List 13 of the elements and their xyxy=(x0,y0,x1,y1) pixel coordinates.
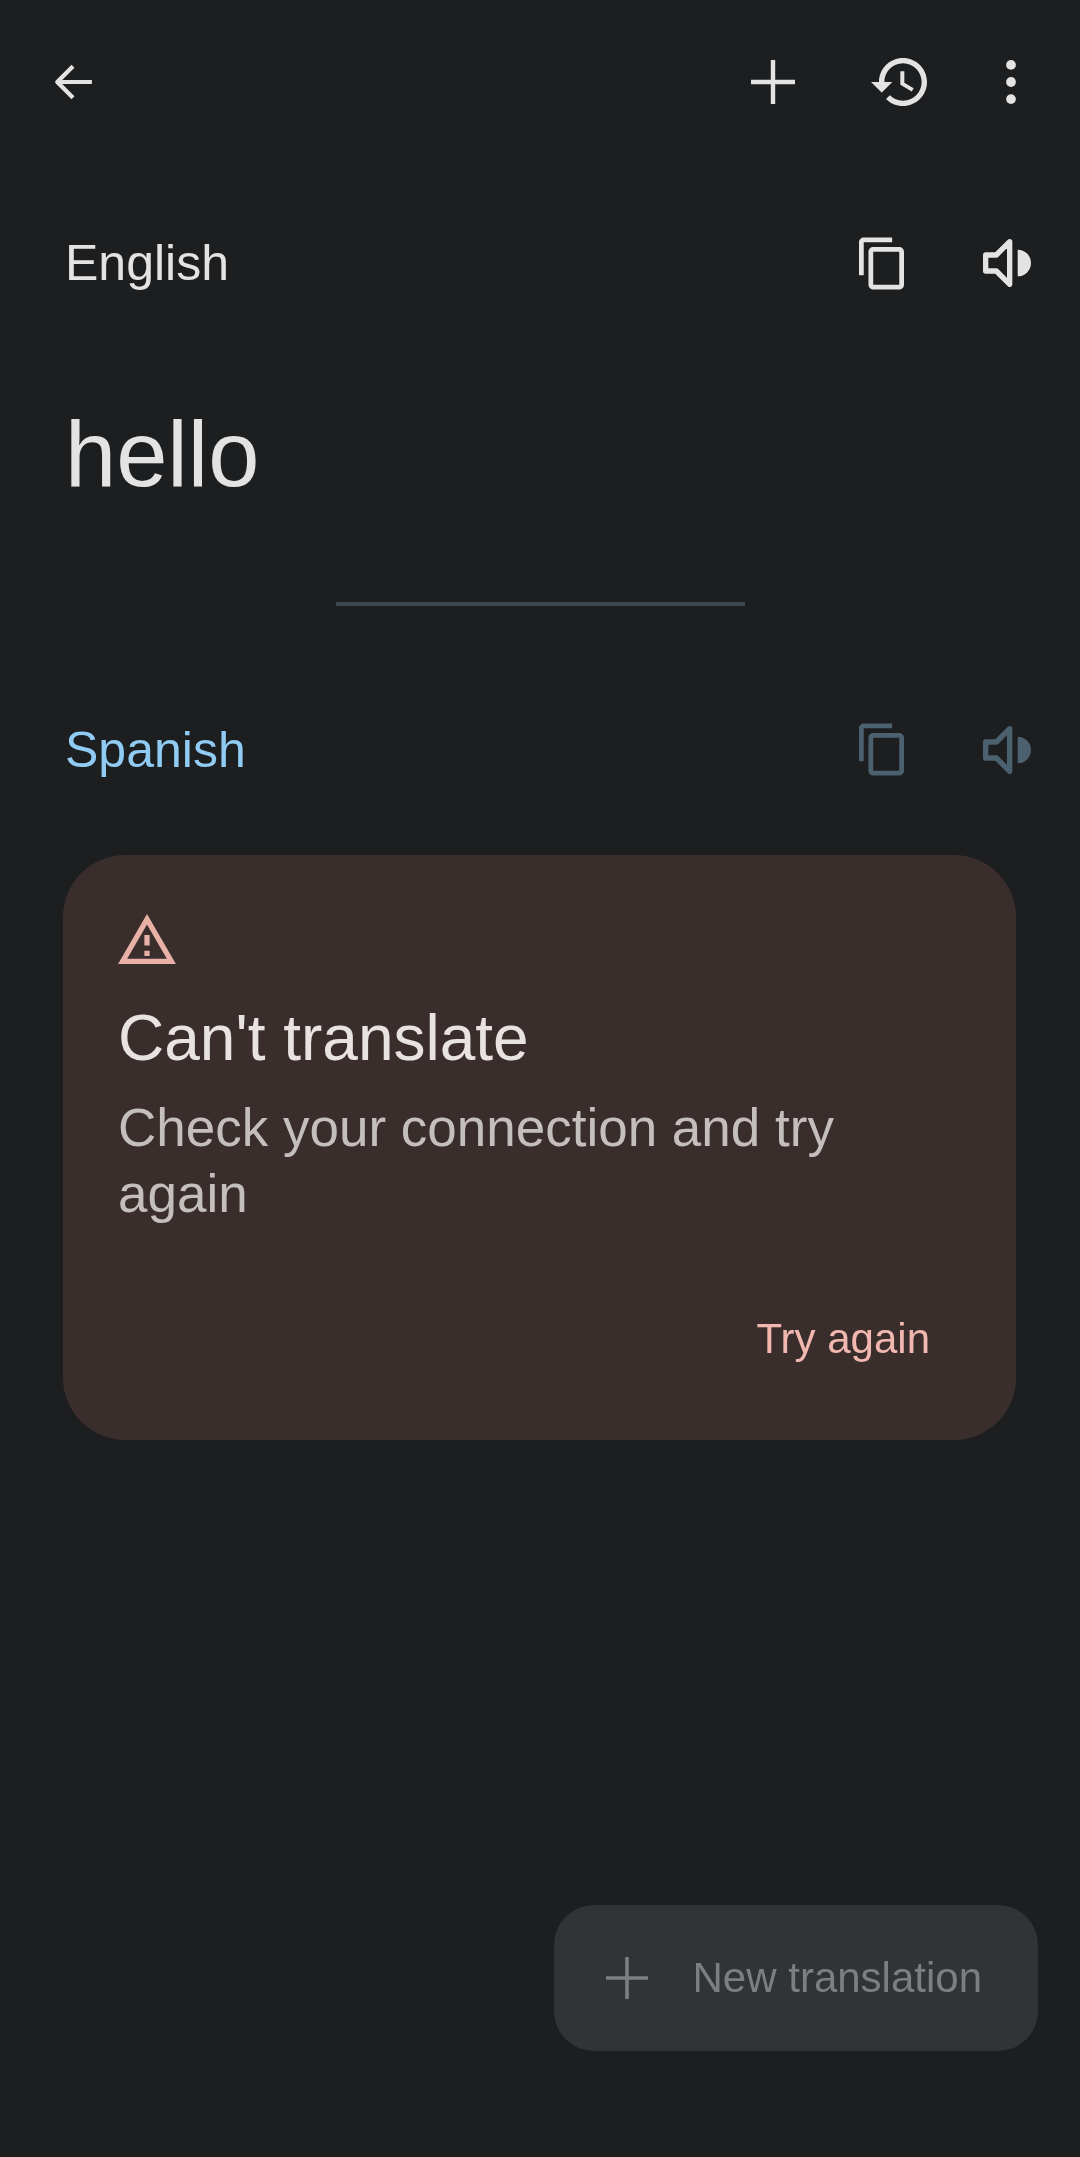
error-message: Check your connection and try again xyxy=(118,1096,835,1225)
warning-icon xyxy=(118,913,176,964)
source-text: hello xyxy=(65,402,260,507)
error-title: Can't translate xyxy=(118,1000,529,1076)
plus-icon[interactable] xyxy=(751,60,795,104)
try-again-button[interactable]: Try again xyxy=(756,1313,930,1364)
plus-icon xyxy=(605,1957,648,1999)
copy-icon[interactable] xyxy=(859,236,904,290)
language-label: English xyxy=(65,234,229,293)
language-label: Spanish xyxy=(65,720,246,780)
more-options-icon[interactable] xyxy=(1005,60,1017,104)
history-icon[interactable] xyxy=(871,58,927,106)
speaker-icon[interactable] xyxy=(983,239,1031,287)
